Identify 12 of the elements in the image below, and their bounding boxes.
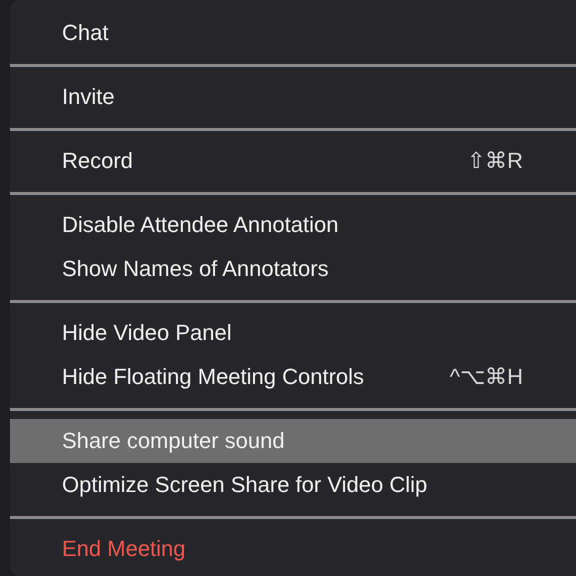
menu-item[interactable]: Hide Floating Meeting Controls ^⌥⌘H xyxy=(10,355,576,399)
menu-item[interactable]: Share computer sound xyxy=(10,419,576,463)
keyboard-shortcut: ⇧⌘R xyxy=(467,148,523,174)
menu-item[interactable]: Invite xyxy=(10,75,576,119)
menu-item[interactable]: Disable Attendee Annotation xyxy=(10,203,576,247)
menu-item[interactable]: Optimize Screen Share for Video Clip xyxy=(10,463,576,507)
menu-item[interactable]: Show Names of Annotators xyxy=(10,247,576,291)
menu-item[interactable]: Hide Video Panel xyxy=(10,311,576,355)
menu-item[interactable]: Record ⇧⌘R xyxy=(10,139,576,183)
keyboard-shortcut: ^⌥⌘H xyxy=(450,364,523,390)
menu-item[interactable]: Chat xyxy=(10,11,576,55)
menu-item[interactable]: End Meeting xyxy=(10,527,576,571)
